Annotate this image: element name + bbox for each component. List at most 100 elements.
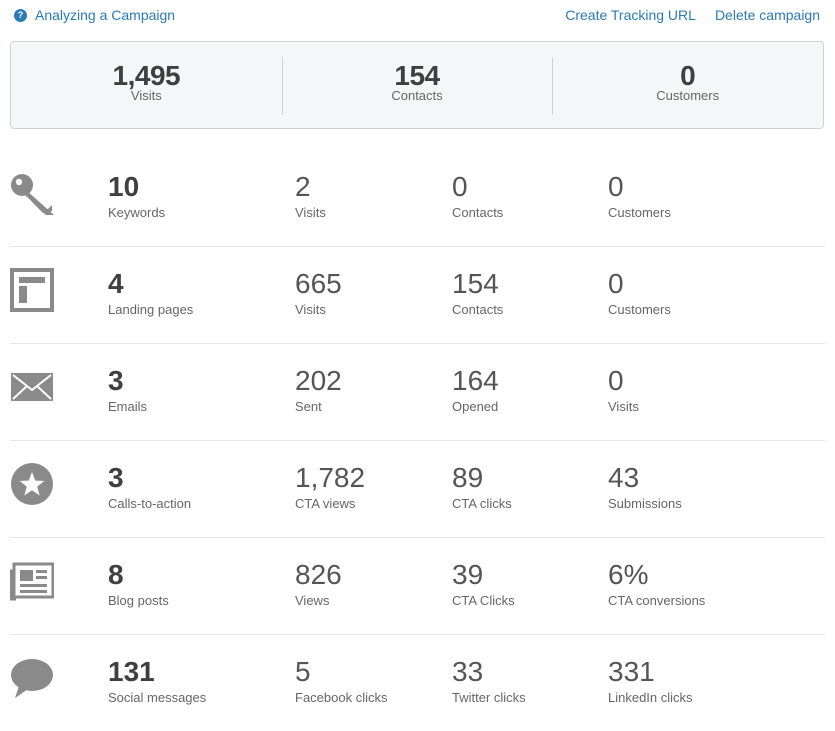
metric-label: Submissions (608, 496, 682, 511)
metric-label: CTA conversions (608, 593, 706, 608)
metric-cell: 8 Blog posts (108, 559, 169, 609)
metric-cell: 202 Sent (295, 365, 342, 415)
metric-value: 3 (108, 462, 124, 493)
summary-panel: 1,495 Visits 154 Contacts 0 Customers (10, 41, 824, 129)
header-actions: Create Tracking URL Delete campaign (565, 7, 820, 23)
metric-value: 8 (108, 559, 124, 590)
metric-cell: 4 Landing pages (108, 268, 193, 318)
metric-cell: 3 Emails (108, 365, 147, 415)
summary-value: 0 (680, 60, 696, 91)
metric-cell: 6% CTA conversions (608, 559, 705, 609)
summary-label: Visits (130, 88, 162, 103)
metric-value: 2 (295, 171, 311, 202)
metric-label: Contacts (452, 302, 504, 317)
metric-value: 154 (452, 268, 499, 299)
metric-label: Keywords (108, 205, 166, 220)
metric-label: Contacts (452, 205, 504, 220)
metric-label: Visits (295, 302, 326, 317)
metric-value: 0 (608, 268, 624, 299)
metric-cell: 2 Visits (295, 171, 326, 221)
metric-value: 202 (295, 365, 342, 396)
help-link[interactable]: ? Analyzing a Campaign (14, 7, 175, 23)
speech-bubble-icon (10, 656, 54, 700)
metric-label: Opened (452, 399, 499, 414)
metrics-row-emails: 3 Emails 202 Sent 164 Opened 0 Visits (10, 344, 825, 441)
metric-label: Views (295, 593, 330, 608)
top-bar: ? Analyzing a Campaign Create Tracking U… (0, 0, 835, 30)
metric-value: 89 (452, 462, 484, 493)
metric-cell: 0 Customers (608, 171, 671, 221)
metric-label: Twitter clicks (452, 690, 526, 705)
metric-value: 0 (608, 171, 624, 202)
metric-label: Sent (295, 399, 322, 414)
metric-label: CTA Clicks (452, 593, 515, 608)
metric-cell: 0 Customers (608, 268, 671, 318)
star-icon (10, 462, 54, 506)
metric-cell: 33 Twitter clicks (452, 656, 526, 706)
metric-cell: 39 CTA Clicks (452, 559, 515, 609)
metric-label: CTA clicks (452, 496, 512, 511)
metric-cell: 164 Opened (452, 365, 499, 415)
metric-label: Blog posts (108, 593, 169, 608)
metric-value: 4 (108, 268, 124, 299)
summary-label: Contacts (391, 88, 443, 103)
metric-cell: 131 Social messages (108, 656, 206, 706)
envelope-icon (10, 365, 54, 409)
metric-label: Customers (608, 205, 671, 220)
metric-value: 43 (608, 462, 640, 493)
metric-cell: 89 CTA clicks (452, 462, 512, 512)
metric-value: 826 (295, 559, 342, 590)
metrics-row-blog-posts: 8 Blog posts 826 Views 39 CTA Clicks 6% CTA … (10, 538, 825, 635)
metrics-row-keywords: 10 Keywords 2 Visits 0 Contacts 0 Customers (10, 150, 825, 247)
metric-value: 665 (295, 268, 342, 299)
summary-value: 154 (394, 60, 440, 91)
create-tracking-url-link[interactable]: Create Tracking URL (565, 7, 696, 23)
landing-page-icon (10, 268, 54, 312)
metric-cell: 665 Visits (295, 268, 342, 318)
metric-value: 1,782 (295, 462, 366, 493)
metric-value: 331 (608, 656, 655, 687)
metric-cell: 0 Contacts (452, 171, 503, 221)
metric-label: Emails (108, 399, 148, 414)
metric-value: 0 (452, 171, 468, 202)
metric-label: Landing pages (108, 302, 194, 317)
summary-label: Customers (656, 88, 720, 103)
metrics-row-landing-pages: 4 Landing pages 665 Visits 154 Contacts 0 Cu… (10, 247, 825, 344)
metric-value: 6% (608, 559, 649, 590)
metric-cell: 826 Views (295, 559, 342, 609)
summary-customers: 0 Customers (552, 42, 823, 128)
metric-cell: 1,782 CTA views (295, 462, 365, 512)
metric-label: Calls-to-action (108, 496, 192, 511)
metric-value: 33 (452, 656, 484, 687)
metric-label: Social messages (108, 690, 207, 705)
metric-value: 164 (452, 365, 499, 396)
metric-label: LinkedIn clicks (608, 690, 693, 705)
metric-cell: 154 Contacts (452, 268, 503, 318)
metric-cell: 331 LinkedIn clicks (608, 656, 693, 706)
summary-visits: 1,495 Visits (11, 42, 282, 128)
metric-cell: 43 Submissions (608, 462, 682, 512)
metric-value: 3 (108, 365, 124, 396)
delete-campaign-link[interactable]: Delete campaign (715, 7, 820, 23)
metric-value: 0 (608, 365, 624, 396)
metric-cell: 0 Visits (608, 365, 639, 415)
metric-label: Facebook clicks (295, 690, 388, 705)
metric-label: Visits (295, 205, 326, 220)
metric-value: 5 (295, 656, 311, 687)
metric-cell: 5 Facebook clicks (295, 656, 387, 706)
metric-label: CTA views (295, 496, 356, 511)
metric-value: 10 (108, 171, 140, 202)
metric-label: Visits (608, 399, 639, 414)
summary-value: 1,495 (112, 60, 181, 91)
metric-cell: 10 Keywords (108, 171, 165, 221)
metric-cell: 3 Calls-to-action (108, 462, 191, 512)
help-icon: ? (14, 8, 27, 22)
newspaper-icon (10, 559, 54, 603)
metrics-row-calls-to-action: 3 Calls-to-action 1,782 CTA views 89 CTA cl… (10, 441, 825, 538)
metric-label: Customers (608, 302, 671, 317)
campaign-metrics-list: 10 Keywords 2 Visits 0 Contacts 0 Customers … (10, 150, 825, 731)
help-link-label: Analyzing a Campaign (35, 7, 176, 23)
key-icon (10, 171, 54, 215)
summary-contacts: 154 Contacts (281, 42, 553, 128)
metric-value: 39 (452, 559, 484, 590)
